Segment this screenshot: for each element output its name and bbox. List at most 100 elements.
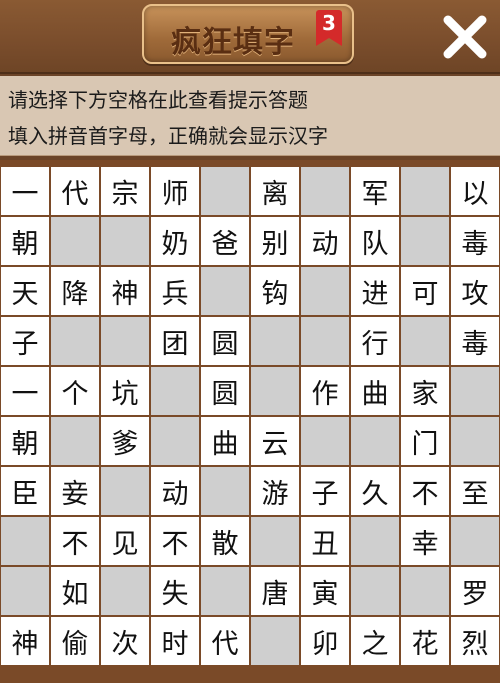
board-cell-empty[interactable] (400, 566, 450, 616)
close-button[interactable] (442, 14, 488, 60)
board-cell-empty[interactable] (100, 566, 150, 616)
board-cell-char[interactable]: 丑 (300, 516, 350, 566)
board-cell-empty[interactable] (250, 316, 300, 366)
board-cell-char[interactable]: 游 (250, 466, 300, 516)
board-cell-char[interactable]: 久 (350, 466, 400, 516)
board-cell-char[interactable]: 作 (300, 366, 350, 416)
board-cell-empty[interactable] (0, 516, 50, 566)
board-cell-char[interactable]: 曲 (350, 366, 400, 416)
board-cell-char[interactable]: 钩 (250, 266, 300, 316)
board-cell-empty[interactable] (450, 516, 500, 566)
board-cell-empty[interactable] (50, 216, 100, 266)
board-cell-empty[interactable] (100, 466, 150, 516)
board-cell-char[interactable]: 代 (200, 616, 250, 666)
board-cell-empty[interactable] (400, 216, 450, 266)
board-cell-empty[interactable] (400, 166, 450, 216)
board-cell-empty[interactable] (150, 416, 200, 466)
board-cell-char[interactable]: 寅 (300, 566, 350, 616)
board-cell-char[interactable]: 唐 (250, 566, 300, 616)
board-cell-char[interactable]: 别 (250, 216, 300, 266)
board-cell-empty[interactable] (350, 516, 400, 566)
board-cell-char[interactable]: 以 (450, 166, 500, 216)
board-cell-empty[interactable] (250, 516, 300, 566)
board-cell-char[interactable]: 团 (150, 316, 200, 366)
board-cell-empty[interactable] (350, 566, 400, 616)
board-cell-char[interactable]: 坑 (100, 366, 150, 416)
board-cell-char[interactable]: 如 (50, 566, 100, 616)
board-cell-char[interactable]: 个 (50, 366, 100, 416)
board-cell-empty[interactable] (250, 616, 300, 666)
board-cell-char[interactable]: 离 (250, 166, 300, 216)
board-cell-char[interactable]: 朝 (0, 416, 50, 466)
board-cell-char[interactable]: 时 (150, 616, 200, 666)
board-cell-char[interactable]: 臣 (0, 466, 50, 516)
board-cell-char[interactable]: 花 (400, 616, 450, 666)
board-cell-char[interactable]: 天 (0, 266, 50, 316)
board-cell-char[interactable]: 可 (400, 266, 450, 316)
board-cell-char[interactable]: 行 (350, 316, 400, 366)
board-cell-char[interactable]: 圆 (200, 366, 250, 416)
board-cell-char[interactable]: 罗 (450, 566, 500, 616)
board-cell-empty[interactable] (100, 216, 150, 266)
board-cell-char[interactable]: 子 (300, 466, 350, 516)
board-cell-empty[interactable] (300, 266, 350, 316)
board-cell-char[interactable]: 卯 (300, 616, 350, 666)
board-cell-char[interactable]: 攻 (450, 266, 500, 316)
board-cell-empty[interactable] (300, 316, 350, 366)
board-cell-char[interactable]: 不 (50, 516, 100, 566)
board-cell-empty[interactable] (350, 416, 400, 466)
board-cell-char[interactable]: 烈 (450, 616, 500, 666)
board-cell-char[interactable]: 毒 (450, 316, 500, 366)
board-cell-char[interactable]: 进 (350, 266, 400, 316)
board-cell-char[interactable]: 神 (0, 616, 50, 666)
board-cell-char[interactable]: 代 (50, 166, 100, 216)
board-cell-char[interactable]: 动 (150, 466, 200, 516)
board-cell-char[interactable]: 宗 (100, 166, 150, 216)
board-cell-char[interactable]: 妾 (50, 466, 100, 516)
board-cell-char[interactable]: 奶 (150, 216, 200, 266)
board-cell-empty[interactable] (400, 316, 450, 366)
board-cell-empty[interactable] (300, 416, 350, 466)
board-cell-char[interactable]: 一 (0, 166, 50, 216)
board-cell-char[interactable]: 毒 (450, 216, 500, 266)
board-cell-empty[interactable] (0, 566, 50, 616)
board-cell-char[interactable]: 家 (400, 366, 450, 416)
board-cell-char[interactable]: 爹 (100, 416, 150, 466)
board-cell-char[interactable]: 爸 (200, 216, 250, 266)
board-cell-empty[interactable] (200, 166, 250, 216)
board-cell-char[interactable]: 兵 (150, 266, 200, 316)
board-cell-empty[interactable] (450, 416, 500, 466)
board-cell-char[interactable]: 师 (150, 166, 200, 216)
board-cell-empty[interactable] (450, 366, 500, 416)
board-cell-empty[interactable] (50, 316, 100, 366)
board-cell-char[interactable]: 军 (350, 166, 400, 216)
board-cell-char[interactable]: 神 (100, 266, 150, 316)
board-cell-empty[interactable] (50, 416, 100, 466)
board-cell-char[interactable]: 队 (350, 216, 400, 266)
board-cell-empty[interactable] (150, 366, 200, 416)
board-cell-char[interactable]: 子 (0, 316, 50, 366)
board-cell-char[interactable]: 至 (450, 466, 500, 516)
board-cell-char[interactable]: 一 (0, 366, 50, 416)
board-cell-char[interactable]: 圆 (200, 316, 250, 366)
board-cell-char[interactable]: 降 (50, 266, 100, 316)
board-cell-char[interactable]: 散 (200, 516, 250, 566)
board-cell-empty[interactable] (300, 166, 350, 216)
board-cell-char[interactable]: 曲 (200, 416, 250, 466)
board-cell-char[interactable]: 偷 (50, 616, 100, 666)
board-cell-char[interactable]: 朝 (0, 216, 50, 266)
board-cell-char[interactable]: 云 (250, 416, 300, 466)
board-cell-char[interactable]: 动 (300, 216, 350, 266)
board-cell-char[interactable]: 幸 (400, 516, 450, 566)
board-cell-empty[interactable] (100, 316, 150, 366)
board-cell-empty[interactable] (200, 566, 250, 616)
board-cell-char[interactable]: 不 (400, 466, 450, 516)
board-cell-empty[interactable] (250, 366, 300, 416)
board-cell-empty[interactable] (200, 266, 250, 316)
board-cell-empty[interactable] (200, 466, 250, 516)
board-cell-char[interactable]: 见 (100, 516, 150, 566)
board-cell-char[interactable]: 不 (150, 516, 200, 566)
board-cell-char[interactable]: 门 (400, 416, 450, 466)
board-cell-char[interactable]: 次 (100, 616, 150, 666)
board-cell-char[interactable]: 之 (350, 616, 400, 666)
